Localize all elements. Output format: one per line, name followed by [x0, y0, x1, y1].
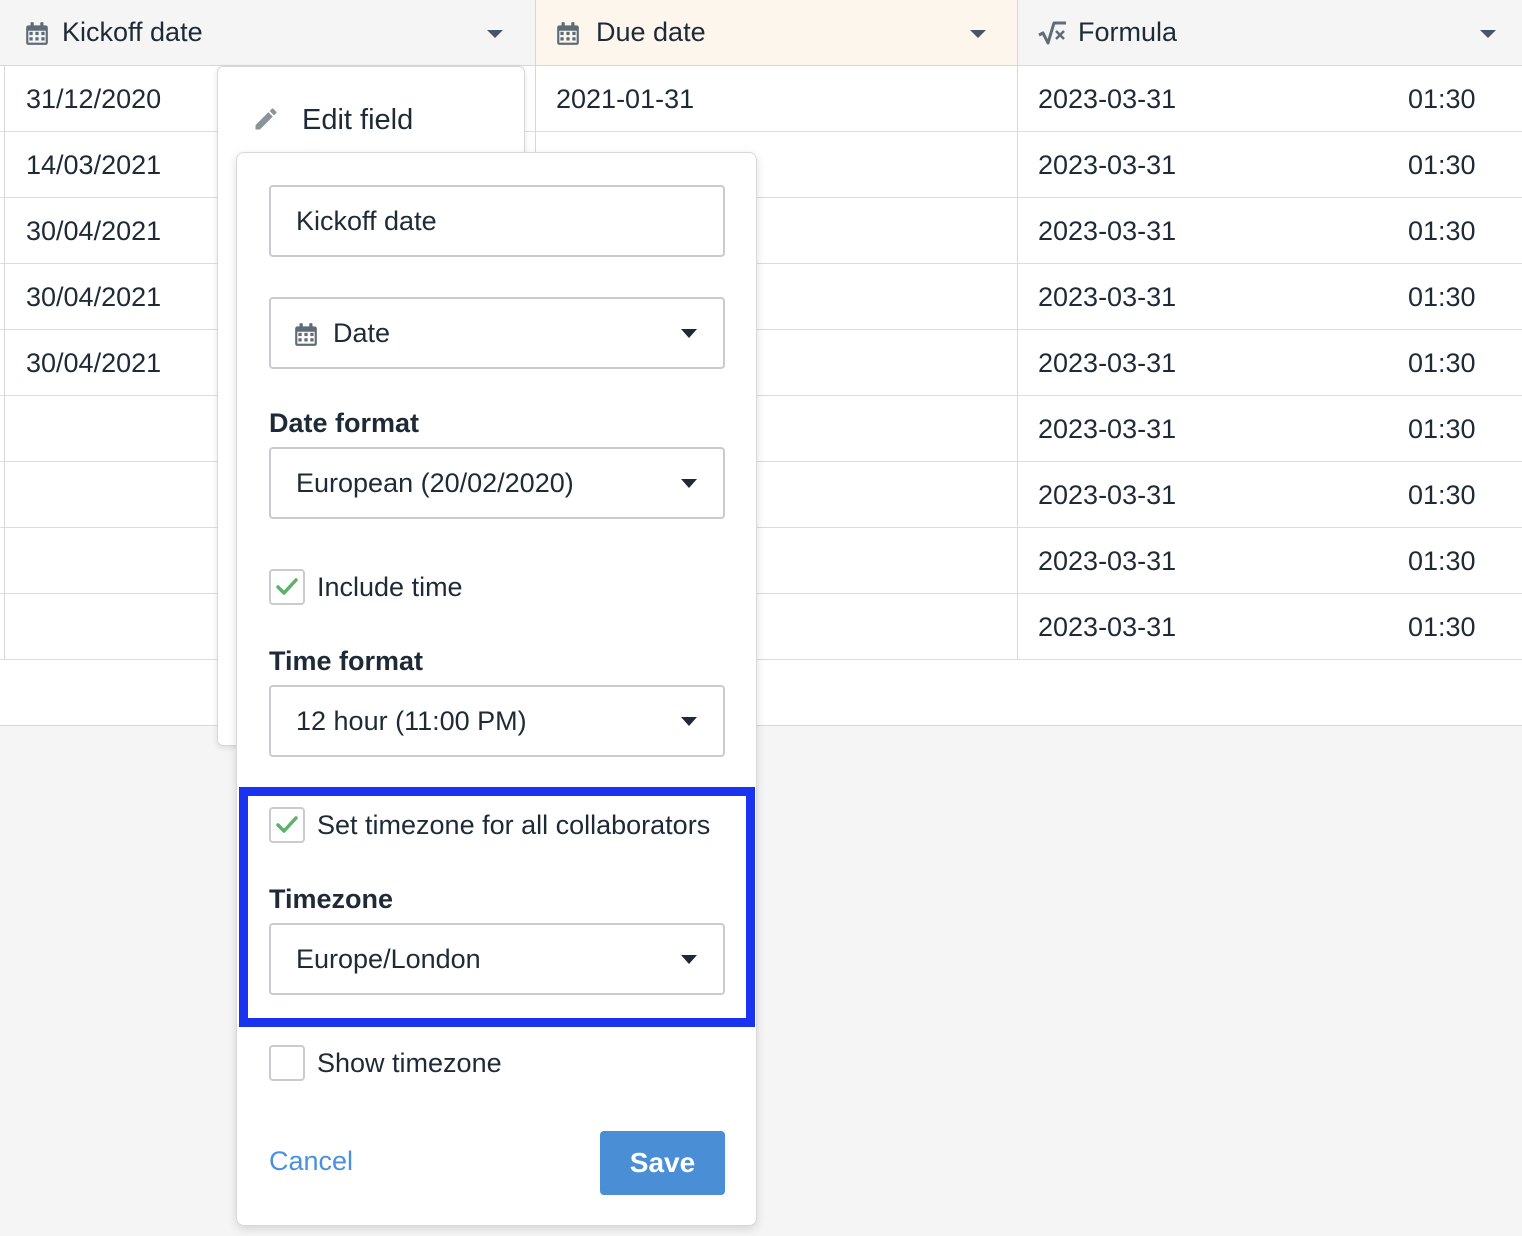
time-format-select[interactable]: 12 hour (11:00 PM) [269, 685, 725, 757]
time-format-label: Time format [269, 646, 424, 676]
calendar-icon [26, 22, 48, 45]
formula-date-cell[interactable]: 2023-03-31 [1038, 149, 1176, 181]
set-timezone-checkbox[interactable] [269, 807, 305, 843]
save-button[interactable]: Save [600, 1131, 725, 1195]
field-name-input[interactable] [271, 187, 723, 255]
column-divider [4, 66, 5, 660]
chevron-down-icon[interactable] [970, 30, 986, 38]
chevron-down-icon[interactable] [487, 30, 503, 38]
include-time-checkbox[interactable] [269, 569, 305, 605]
formula-time-cell: 01:30 [1408, 150, 1476, 180]
chevron-down-icon [681, 329, 697, 338]
time-format-value: 12 hour (11:00 PM) [296, 706, 527, 736]
column-header-label: Formula [1078, 17, 1178, 47]
formula-date-cell[interactable]: 2023-03-31 [1038, 611, 1176, 643]
kickoff-date-cell[interactable]: 30/04/2021 [26, 347, 161, 379]
chevron-down-icon [681, 955, 697, 964]
column-header-formula[interactable]: Formula [1018, 0, 1522, 66]
timezone-value: Europe/London [296, 944, 481, 974]
formula-time-cell: 01:30 [1408, 480, 1476, 510]
formula-time-cell: 01:30 [1408, 282, 1476, 312]
show-timezone-checkbox[interactable] [269, 1045, 305, 1081]
date-format-value: European (20/02/2020) [296, 468, 574, 498]
pencil-icon [255, 108, 277, 130]
include-time-label: Include time [317, 572, 463, 602]
checkmark-icon [276, 578, 298, 595]
kickoff-date-cell[interactable]: 14/03/2021 [26, 149, 161, 181]
set-timezone-label: Set timezone for all collaborators [317, 810, 711, 840]
formula-time-cell: 01:30 [1408, 216, 1476, 246]
chevron-down-icon [681, 717, 697, 726]
edit-field-label: Edit field [302, 104, 414, 136]
formula-time-cell: 01:30 [1408, 546, 1476, 576]
field-type-value: Date [333, 318, 391, 348]
show-timezone-label: Show timezone [317, 1048, 502, 1078]
timezone-select[interactable]: Europe/London [269, 923, 725, 995]
column-divider [1017, 0, 1018, 660]
column-header-kickoff-date[interactable]: Kickoff date [0, 0, 536, 66]
timezone-label: Timezone [269, 884, 394, 914]
date-format-label: Date format [269, 408, 420, 438]
kickoff-date-cell[interactable]: 30/04/2021 [26, 281, 161, 313]
field-name-input-wrapper [269, 185, 725, 257]
formula-date-cell[interactable]: 2023-03-31 [1038, 347, 1176, 379]
calendar-icon [295, 323, 317, 346]
chevron-down-icon[interactable] [1480, 30, 1496, 38]
formula-time-cell: 01:30 [1408, 84, 1476, 114]
formula-time-cell: 01:30 [1408, 348, 1476, 378]
formula-date-cell[interactable]: 2023-03-31 [1038, 83, 1176, 115]
formula-date-cell[interactable]: 2023-03-31 [1038, 281, 1176, 313]
kickoff-date-cell[interactable]: 30/04/2021 [26, 215, 161, 247]
formula-date-cell[interactable]: 2023-03-31 [1038, 479, 1176, 511]
field-type-select[interactable]: Date [269, 297, 725, 369]
formula-time-cell: 01:30 [1408, 612, 1476, 642]
column-header-due-date[interactable]: Due date [536, 0, 1018, 66]
cancel-link[interactable]: Cancel [269, 1146, 353, 1177]
edit-field-panel: Date Date format European (20/02/2020) I… [236, 152, 757, 1226]
column-header-label: Kickoff date [62, 17, 203, 47]
due-date-cell[interactable]: 2021-01-31 [556, 83, 694, 115]
calendar-icon [557, 22, 579, 45]
column-header-label: Due date [596, 17, 706, 47]
date-format-select[interactable]: European (20/02/2020) [269, 447, 725, 519]
kickoff-date-cell[interactable]: 31/12/2020 [26, 83, 161, 115]
formula-icon [1038, 21, 1066, 45]
formula-date-cell[interactable]: 2023-03-31 [1038, 413, 1176, 445]
formula-time-cell: 01:30 [1408, 414, 1476, 444]
formula-date-cell[interactable]: 2023-03-31 [1038, 545, 1176, 577]
formula-date-cell[interactable]: 2023-03-31 [1038, 215, 1176, 247]
chevron-down-icon [681, 479, 697, 488]
checkmark-icon [276, 816, 298, 833]
